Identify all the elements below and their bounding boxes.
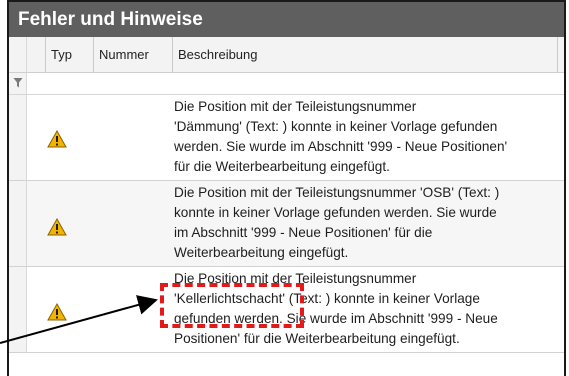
table-row[interactable]: Die Position mit der Teileistungsnummer … [9, 95, 564, 181]
table-header: Typ Nummer Beschreibung [9, 37, 564, 73]
table-body: Die Position mit der Teileistungsnummer … [9, 95, 564, 376]
filter-row[interactable] [9, 73, 564, 95]
filter-icon[interactable] [13, 77, 23, 89]
table-row[interactable]: Die Position mit der Teileistungsnummer … [9, 181, 564, 267]
row-description: Die Position mit der Teileistungsnummer … [174, 271, 498, 346]
warning-triangle-icon [47, 218, 67, 236]
row-description: Die Position mit der Teileistungsnummer … [174, 99, 508, 174]
row-description: Die Position mit der Teileistungsnummer … [174, 185, 500, 260]
warning-triangle-icon [47, 303, 67, 321]
row-gutter [9, 181, 27, 266]
row-gutter [9, 95, 27, 180]
panel-title: Fehler und Hinweise [9, 2, 564, 37]
header-gutter [9, 37, 27, 72]
row-gutter [9, 267, 27, 352]
column-header-extra [557, 37, 564, 72]
column-header-typ[interactable]: Typ [45, 37, 93, 72]
errors-panel: Fehler und Hinweise Typ Nummer Beschreib… [7, 0, 566, 376]
column-header-beschreibung[interactable]: Beschreibung [172, 37, 557, 72]
table-row[interactable]: Die Position mit der Teileistungsnummer … [9, 267, 564, 353]
column-header-nummer[interactable]: Nummer [93, 37, 172, 72]
warning-triangle-icon [47, 130, 67, 148]
